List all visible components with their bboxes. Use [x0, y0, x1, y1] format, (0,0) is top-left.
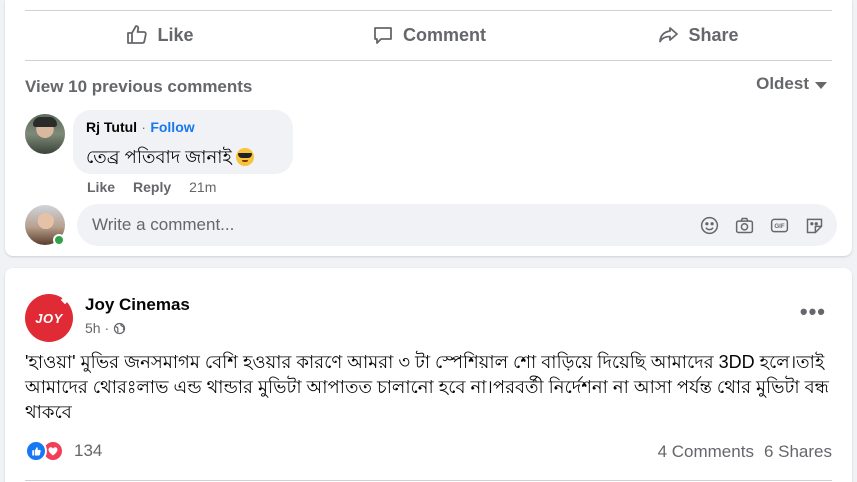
- online-status-indicator: [53, 234, 65, 246]
- previous-post-card: Like Comment Share View 10 previous comm…: [5, 0, 852, 256]
- follow-button[interactable]: Follow: [150, 119, 194, 135]
- share-icon: [659, 27, 679, 43]
- camera-icon[interactable]: [734, 215, 755, 236]
- sunglasses-emoji-icon: [235, 148, 254, 166]
- post-stats: 4 Comments 6 Shares: [658, 442, 832, 462]
- comment-text: তেব্র পতিবাদ জানাই: [86, 147, 232, 167]
- comment-label: Comment: [402, 24, 486, 45]
- comment-like-button[interactable]: Like: [87, 179, 115, 195]
- like-label: Like: [157, 24, 194, 45]
- post-meta: 5h ·: [85, 320, 126, 336]
- divider: [25, 60, 832, 61]
- reaction-count: 134: [74, 441, 103, 460]
- post-timestamp[interactable]: 5h ·: [85, 320, 109, 336]
- shares-count-link[interactable]: 6 Shares: [764, 442, 832, 462]
- comment-composer[interactable]: GIF: [77, 204, 837, 246]
- comment-sort-label: Oldest: [756, 74, 809, 93]
- post-text: 'হাওয়া' মুভির জনসমাগম বেশি হওয়ার কারণে…: [25, 352, 829, 422]
- page-logo[interactable]: JOY: [25, 294, 73, 342]
- comment-author[interactable]: Rj Tutul: [86, 119, 137, 135]
- share-label: Share: [688, 24, 739, 45]
- page-logo-text: JOY: [35, 310, 63, 326]
- comment-bubble: Rj Tutul · Follow তেব্র পতিবাদ জানাই: [73, 110, 293, 174]
- page-name-link[interactable]: Joy Cinemas: [85, 295, 190, 315]
- chevron-down-icon: [815, 82, 827, 89]
- thumbs-up-icon: [127, 25, 148, 44]
- emoji-icon[interactable]: [699, 215, 720, 236]
- like-reaction-icon: [25, 440, 47, 462]
- comments-count-link[interactable]: 4 Comments: [658, 442, 754, 462]
- comment-button[interactable]: Comment: [294, 12, 563, 58]
- separator-dot: ·: [141, 120, 146, 135]
- globe-icon: [113, 322, 126, 334]
- divider: [25, 10, 832, 11]
- like-button[interactable]: Like: [25, 12, 294, 58]
- commenter-avatar[interactable]: [25, 114, 65, 154]
- comment-text-row: তেব্র পতিবাদ জানাই: [86, 143, 280, 174]
- comment-reply-button[interactable]: Reply: [133, 179, 171, 195]
- gif-icon[interactable]: GIF: [769, 215, 790, 236]
- comment-input[interactable]: [92, 215, 699, 235]
- view-previous-comments-link[interactable]: View 10 previous comments: [25, 77, 252, 97]
- comment-timestamp[interactable]: 21m: [189, 179, 216, 195]
- comment-icon: [374, 27, 392, 44]
- post-action-bar: Like Comment Share: [25, 12, 832, 58]
- sticker-icon[interactable]: [804, 215, 825, 236]
- svg-text:GIF: GIF: [774, 223, 784, 230]
- composer-tools: GIF: [699, 215, 837, 236]
- reaction-summary[interactable]: 134: [25, 440, 102, 462]
- comment-actions: Like Reply 21m: [87, 179, 216, 195]
- divider: [25, 480, 832, 481]
- more-options-icon[interactable]: •••: [800, 299, 826, 325]
- post-card: JOY Joy Cinemas 5h · ••• 'হাওয়া' মুভির …: [5, 268, 852, 482]
- comment-sort-dropdown[interactable]: Oldest: [756, 74, 827, 94]
- share-button[interactable]: Share: [563, 12, 832, 58]
